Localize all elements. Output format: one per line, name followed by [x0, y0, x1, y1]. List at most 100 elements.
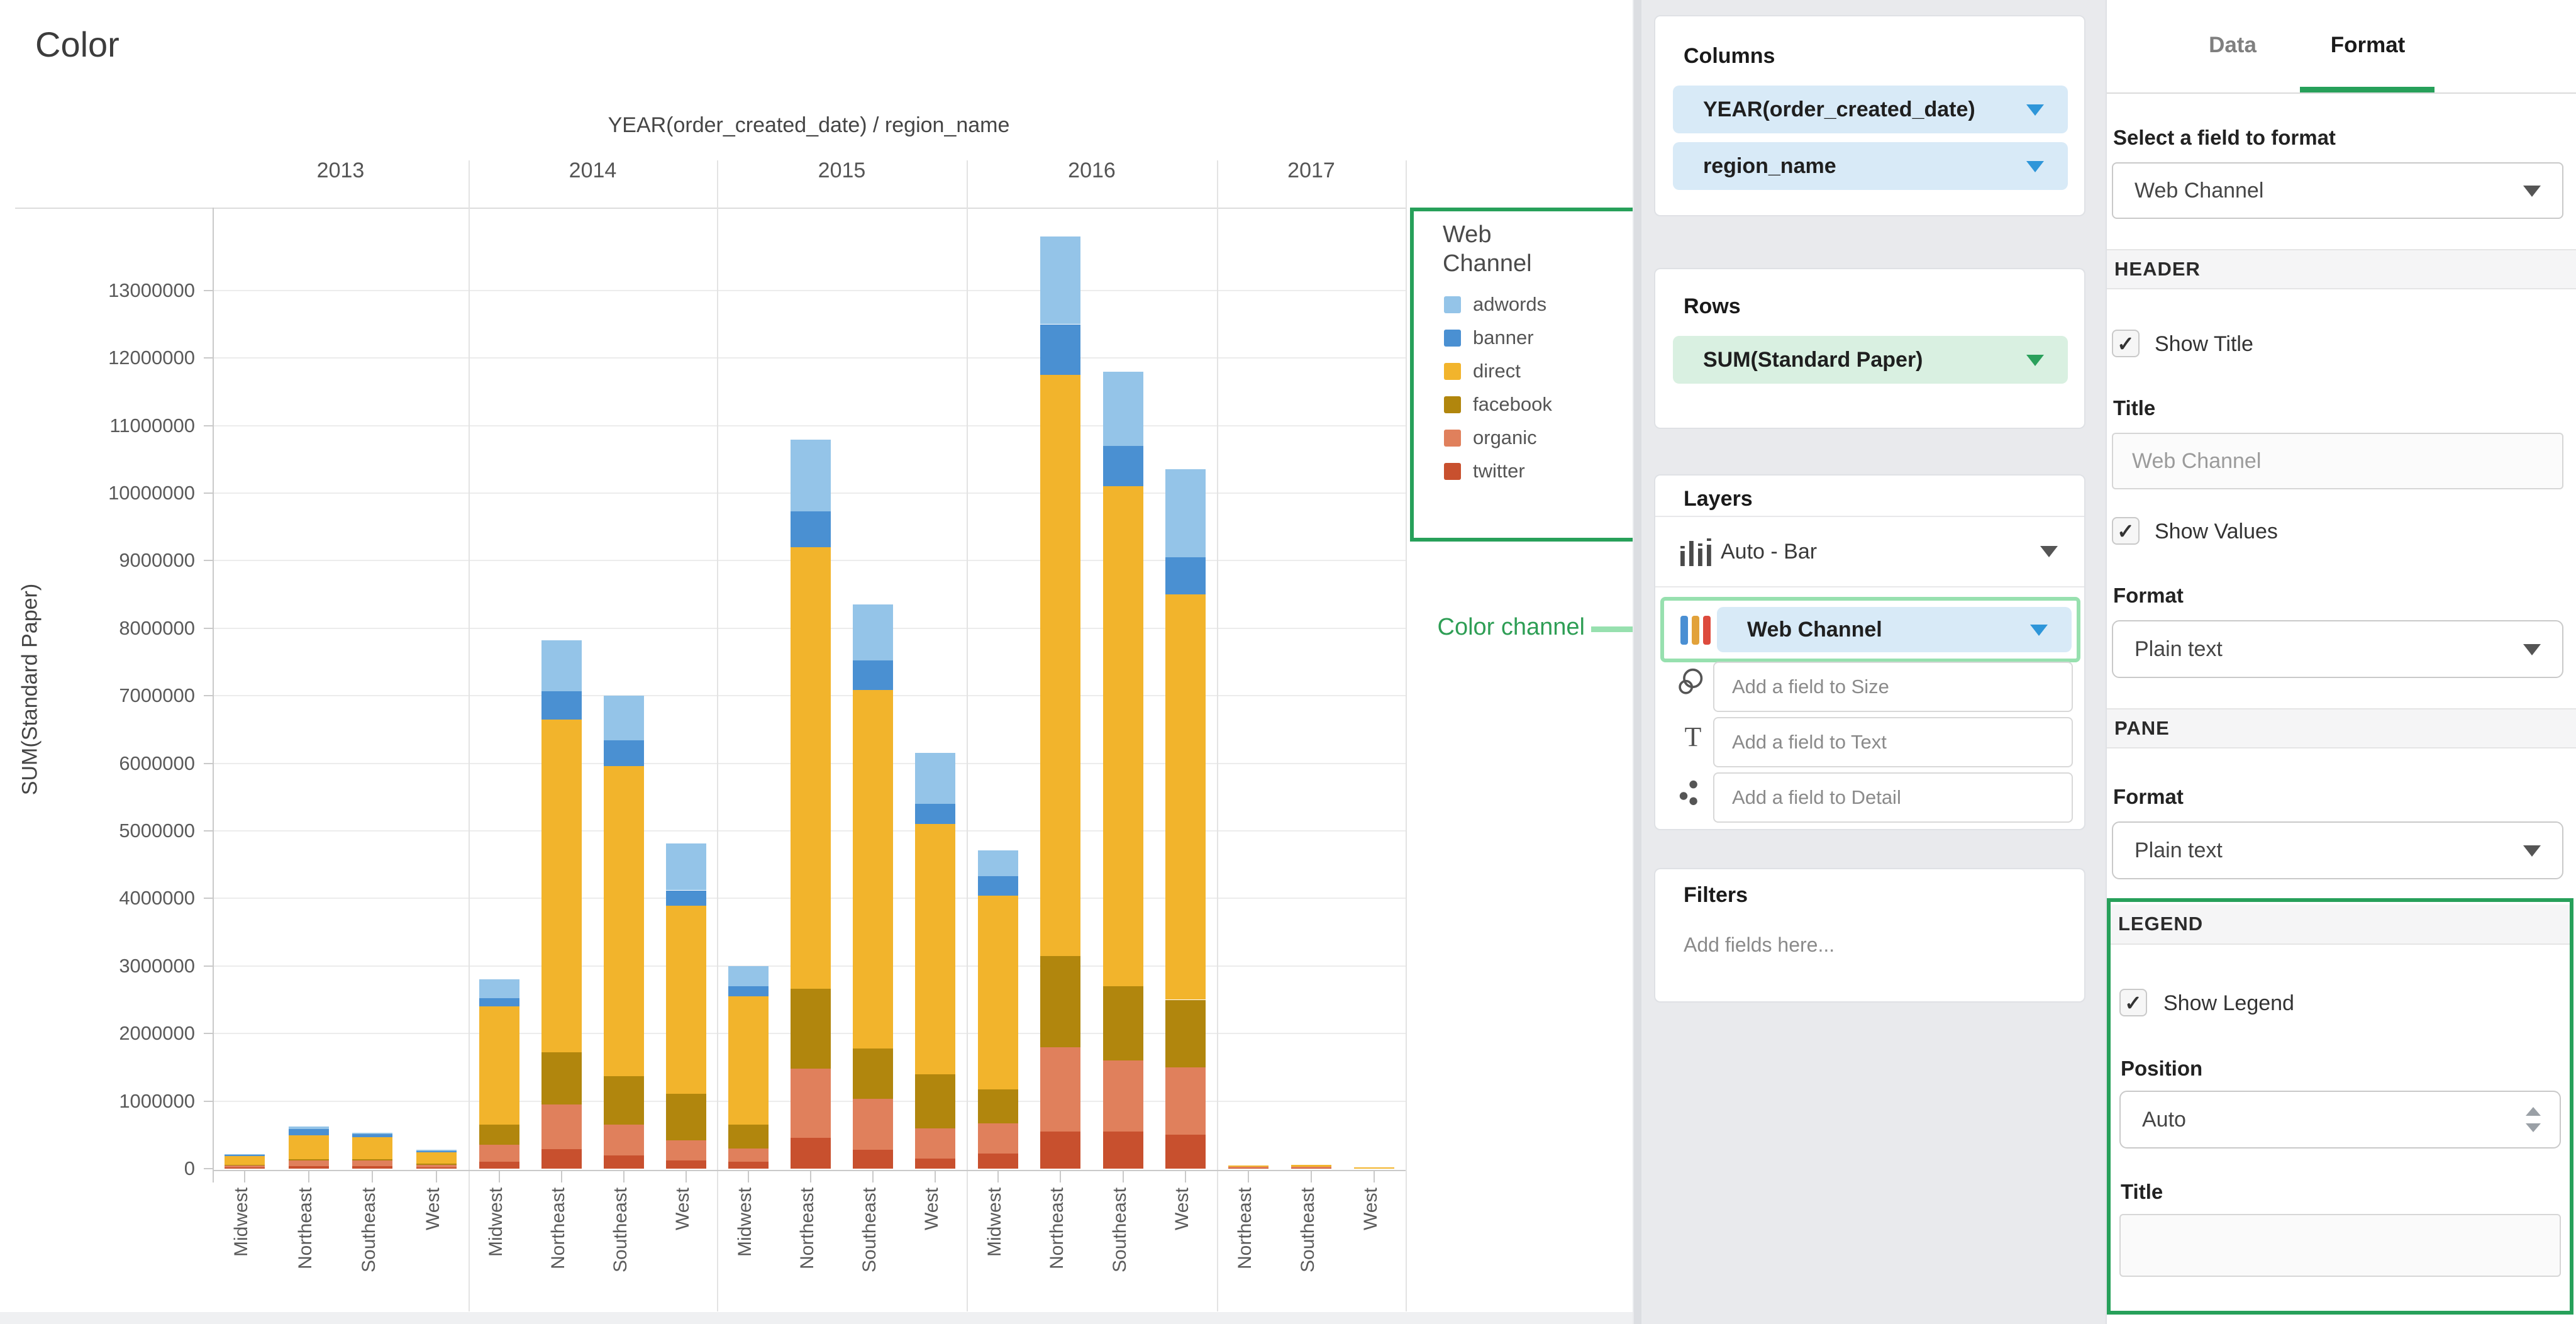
legend-item-direct[interactable]: direct: [1414, 355, 1635, 388]
bar-segment-2016-Southeast-adwords[interactable]: [1103, 372, 1143, 446]
bar-segment-2015-Southeast-twitter[interactable]: [853, 1150, 893, 1169]
bar-segment-2014-Northeast-twitter[interactable]: [541, 1149, 582, 1169]
bar-segment-2015-Southeast-facebook[interactable]: [853, 1049, 893, 1099]
legend-item-organic[interactable]: organic: [1414, 421, 1635, 455]
bar-segment-2016-Midwest-direct[interactable]: [978, 896, 1018, 1089]
horizontal-scrollbar[interactable]: [0, 1312, 1633, 1324]
bar-segment-2014-Southeast-facebook[interactable]: [604, 1076, 644, 1125]
bar-segment-2014-West-facebook[interactable]: [666, 1094, 706, 1140]
bar-segment-2016-Southeast-facebook[interactable]: [1103, 986, 1143, 1060]
bar-segment-2017-West-direct[interactable]: [1354, 1167, 1394, 1169]
bar-segment-2016-Southeast-direct[interactable]: [1103, 486, 1143, 986]
bar-segment-2016-Northeast-adwords[interactable]: [1040, 236, 1080, 325]
bar-segment-2017-Northeast-twitter[interactable]: [1228, 1168, 1269, 1169]
bar-segment-2017-Southeast-organic[interactable]: [1291, 1167, 1331, 1168]
bar-segment-2014-West-adwords[interactable]: [666, 843, 706, 890]
tab-format[interactable]: Format: [2314, 33, 2421, 58]
bar-segment-2013-West-direct[interactable]: [416, 1152, 457, 1164]
header-format-select[interactable]: Plain text: [2112, 620, 2563, 678]
bar-segment-2013-Southeast-adwords[interactable]: [352, 1133, 392, 1134]
bar-segment-2016-Northeast-direct[interactable]: [1040, 375, 1080, 956]
legend-item-twitter[interactable]: twitter: [1414, 455, 1635, 488]
bar-segment-2013-Southeast-organic[interactable]: [352, 1160, 392, 1166]
bar-segment-2014-Southeast-adwords[interactable]: [604, 696, 644, 740]
bar-segment-2015-West-banner[interactable]: [915, 804, 955, 824]
bar-segment-2013-Southeast-twitter[interactable]: [352, 1166, 392, 1169]
legend-item-adwords[interactable]: adwords: [1414, 288, 1635, 321]
bar-segment-2015-Midwest-direct[interactable]: [728, 996, 769, 1125]
header-title-input[interactable]: Web Channel: [2112, 433, 2563, 489]
bar-segment-2013-Midwest-organic[interactable]: [225, 1165, 265, 1167]
bar-segment-2015-West-facebook[interactable]: [915, 1074, 955, 1128]
bar-segment-2017-Northeast-direct[interactable]: [1228, 1165, 1269, 1167]
bar-segment-2015-West-adwords[interactable]: [915, 753, 955, 804]
legend-item-facebook[interactable]: facebook: [1414, 388, 1635, 421]
bar-segment-2013-West-banner[interactable]: [416, 1151, 457, 1152]
bar-segment-2017-Southeast-direct[interactable]: [1291, 1165, 1331, 1167]
bar-segment-2015-Southeast-banner[interactable]: [853, 660, 893, 689]
bar-segment-2016-Midwest-twitter[interactable]: [978, 1154, 1018, 1169]
bar-segment-2016-Southeast-twitter[interactable]: [1103, 1132, 1143, 1169]
bar-segment-2014-Northeast-banner[interactable]: [541, 691, 582, 720]
color-field-pill[interactable]: Web Channel: [1717, 607, 2072, 652]
bar-segment-2015-Midwest-twitter[interactable]: [728, 1162, 769, 1169]
bar-segment-2015-West-organic[interactable]: [915, 1128, 955, 1159]
bar-segment-2015-Midwest-adwords[interactable]: [728, 966, 769, 986]
bar-segment-2013-Southeast-direct[interactable]: [352, 1137, 392, 1159]
bar-segment-2013-Midwest-adwords[interactable]: [225, 1154, 265, 1155]
bar-segment-2014-Midwest-twitter[interactable]: [479, 1162, 519, 1169]
field-select[interactable]: Web Channel: [2112, 162, 2563, 219]
bar-segment-2013-Midwest-facebook[interactable]: [225, 1165, 265, 1166]
bar-segment-2013-Southeast-facebook[interactable]: [352, 1159, 392, 1160]
size-field-slot[interactable]: Add a field to Size: [1713, 662, 2073, 712]
bar-segment-2013-Northeast-banner[interactable]: [289, 1129, 329, 1136]
bar-segment-2013-Northeast-adwords[interactable]: [289, 1127, 329, 1128]
bar-segment-2013-West-twitter[interactable]: [416, 1167, 457, 1169]
bar-segment-2013-Midwest-banner[interactable]: [225, 1155, 265, 1156]
bar-segment-2014-Midwest-adwords[interactable]: [479, 979, 519, 998]
bar-segment-2016-Northeast-organic[interactable]: [1040, 1047, 1080, 1132]
filters-card[interactable]: Filters Add fields here...: [1654, 868, 2085, 1003]
bar-segment-2013-West-adwords[interactable]: [416, 1150, 457, 1151]
bar-segment-2016-Southeast-banner[interactable]: [1103, 446, 1143, 486]
bar-segment-2014-West-banner[interactable]: [666, 891, 706, 906]
bar-segment-2014-West-organic[interactable]: [666, 1140, 706, 1160]
bar-segment-2013-West-organic[interactable]: [416, 1165, 457, 1167]
shelf-panel-scrollbar[interactable]: [1634, 0, 1641, 1324]
bar-segment-2014-Southeast-twitter[interactable]: [604, 1155, 644, 1169]
bar-segment-2015-West-direct[interactable]: [915, 824, 955, 1074]
legend-item-banner[interactable]: banner: [1414, 321, 1635, 355]
bar-segment-2014-Midwest-organic[interactable]: [479, 1145, 519, 1162]
bar-segment-2014-Midwest-facebook[interactable]: [479, 1125, 519, 1145]
position-select[interactable]: Auto: [2119, 1091, 2561, 1149]
bar-segment-2014-Northeast-organic[interactable]: [541, 1104, 582, 1149]
tab-data[interactable]: Data: [2182, 33, 2283, 58]
bar-segment-2015-Southeast-organic[interactable]: [853, 1099, 893, 1150]
bar-segment-2015-Midwest-organic[interactable]: [728, 1149, 769, 1162]
bar-segment-2014-Northeast-facebook[interactable]: [541, 1052, 582, 1104]
show-legend-checkbox[interactable]: ✓: [2119, 989, 2147, 1016]
bar-segment-2014-Northeast-adwords[interactable]: [541, 640, 582, 691]
bar-segment-2015-Midwest-banner[interactable]: [728, 986, 769, 996]
bar-segment-2016-West-direct[interactable]: [1165, 594, 1206, 999]
bar-segment-2013-Northeast-twitter[interactable]: [289, 1166, 329, 1169]
bar-segment-2013-Midwest-direct[interactable]: [225, 1156, 265, 1165]
show-values-checkbox[interactable]: ✓: [2112, 517, 2140, 545]
bar-segment-2016-West-adwords[interactable]: [1165, 469, 1206, 557]
bar-segment-2015-Northeast-adwords[interactable]: [791, 440, 831, 511]
bar-segment-2014-Southeast-organic[interactable]: [604, 1125, 644, 1155]
bar-segment-2013-Northeast-facebook[interactable]: [289, 1159, 329, 1160]
bar-segment-2015-Northeast-banner[interactable]: [791, 511, 831, 547]
bar-segment-2016-Northeast-facebook[interactable]: [1040, 956, 1080, 1047]
bar-segment-2016-West-organic[interactable]: [1165, 1067, 1206, 1135]
bar-segment-2016-Northeast-banner[interactable]: [1040, 325, 1080, 376]
bar-segment-2016-Midwest-banner[interactable]: [978, 876, 1018, 896]
bar-segment-2016-Midwest-facebook[interactable]: [978, 1089, 1018, 1123]
bar-segment-2017-Northeast-organic[interactable]: [1228, 1167, 1269, 1168]
bar-segment-2015-West-twitter[interactable]: [915, 1159, 955, 1169]
bar-segment-2015-Northeast-facebook[interactable]: [791, 989, 831, 1069]
bar-segment-2016-Southeast-organic[interactable]: [1103, 1060, 1143, 1132]
bar-segment-2013-Northeast-direct[interactable]: [289, 1135, 329, 1159]
bar-segment-2013-Northeast-organic[interactable]: [289, 1160, 329, 1166]
bar-segment-2016-Northeast-twitter[interactable]: [1040, 1132, 1080, 1169]
